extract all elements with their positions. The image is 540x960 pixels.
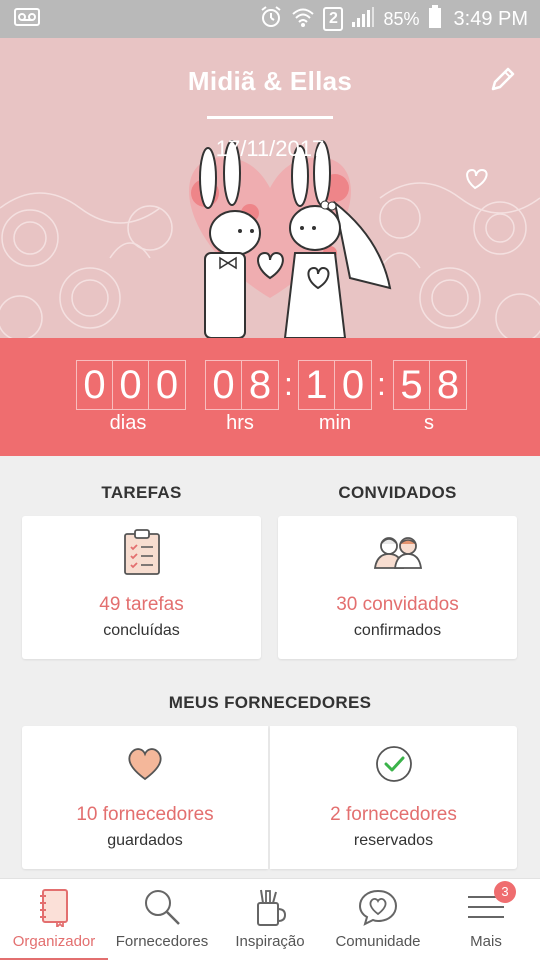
saved-vendors-status: guardados	[107, 832, 183, 849]
nav-label: Comunidade	[335, 933, 421, 950]
heart-icon	[125, 746, 165, 787]
nav-mais[interactable]: 3 Mais	[432, 879, 540, 960]
nav-inspiracao[interactable]: Inspiração	[216, 879, 324, 960]
tasks-card[interactable]: 49 tarefas concluídas	[22, 516, 261, 659]
hours-digit: 8	[248, 363, 272, 407]
guests-count: 30 convidados	[336, 594, 459, 615]
pencil-cup-icon	[252, 887, 288, 932]
minutes-counter: 1 0	[298, 360, 372, 410]
clock: 3:49 PM	[453, 7, 528, 30]
minutes-digit: 0	[341, 363, 365, 407]
countdown-timer: 0 0 0 0 8 : 1 0 : 5 8 dias hrs min s	[0, 338, 540, 456]
nav-label: Fornecedores	[115, 933, 209, 950]
days-counter: 0 0 0	[76, 360, 186, 410]
nav-label: Inspiração	[235, 933, 305, 950]
seconds-label: s	[424, 412, 434, 434]
wedding-date: 17/11/2017	[215, 136, 325, 161]
minutes-digit: 1	[299, 361, 335, 409]
booked-vendors-status: reservados	[353, 832, 434, 849]
notification-badge: 3	[494, 881, 516, 903]
seconds-digit: 8	[436, 363, 460, 407]
seconds-digit: 5	[394, 361, 430, 409]
tasks-section-title: TAREFAS	[101, 483, 182, 502]
booked-vendors-card[interactable]: 2 fornecedores reservados	[270, 726, 517, 869]
battery-percent: 85%	[383, 8, 420, 29]
nav-label: Organizador	[12, 933, 96, 950]
booked-vendors-count: 2 fornecedores	[330, 804, 457, 825]
tasks-count: 49 tarefas	[99, 594, 184, 615]
tasks-status: concluídas	[103, 622, 180, 639]
wedding-header: Midiã & Ellas 17/11/2017	[0, 38, 540, 338]
guests-icon	[373, 534, 423, 575]
hours-label: hrs	[226, 412, 254, 434]
voicemail-icon	[14, 7, 40, 31]
clipboard-icon	[122, 528, 162, 581]
seconds-counter: 5 8	[393, 360, 467, 410]
days-digit: 0	[113, 361, 149, 409]
nav-label: Mais	[470, 933, 502, 950]
minutes-label: min	[318, 412, 352, 434]
colon-separator: :	[284, 366, 293, 402]
sim-icon: 2	[323, 7, 344, 31]
signal-icon	[351, 6, 375, 33]
title-divider	[207, 116, 333, 119]
guests-status: confirmados	[353, 622, 442, 639]
nav-organizador[interactable]: Organizador	[0, 879, 108, 960]
wifi-icon	[291, 6, 315, 33]
bottom-navigation: Organizador Fornecedores Inspiração Comu…	[0, 878, 540, 960]
nav-comunidade[interactable]: Comunidade	[324, 879, 432, 960]
nav-fornecedores[interactable]: Fornecedores	[108, 879, 216, 960]
checkmark-circle-icon	[374, 744, 414, 789]
guests-card[interactable]: 30 convidados confirmados	[278, 516, 517, 659]
edit-pencil-icon[interactable]	[488, 64, 518, 94]
couple-names: Midiã & Ellas	[187, 66, 353, 96]
saved-vendors-card[interactable]: 10 fornecedores guardados	[22, 726, 268, 869]
colon-separator: :	[377, 366, 386, 402]
chat-heart-icon	[358, 887, 398, 932]
days-label: dias	[109, 412, 147, 434]
menu-icon: 3	[466, 881, 516, 932]
days-digit: 0	[77, 361, 113, 409]
status-bar: 2 85% 3:49 PM	[0, 0, 540, 38]
guests-section-title: CONVIDADOS	[338, 483, 457, 502]
hours-digit: 0	[206, 361, 242, 409]
days-digit: 0	[155, 363, 179, 407]
search-icon	[142, 887, 182, 932]
alarm-icon	[259, 5, 283, 34]
vendors-section-title: MEUS FORNECEDORES	[168, 693, 372, 712]
saved-vendors-count: 10 fornecedores	[76, 804, 214, 825]
notebook-icon	[37, 887, 71, 932]
hours-counter: 0 8	[205, 360, 279, 410]
battery-icon	[428, 4, 442, 34]
